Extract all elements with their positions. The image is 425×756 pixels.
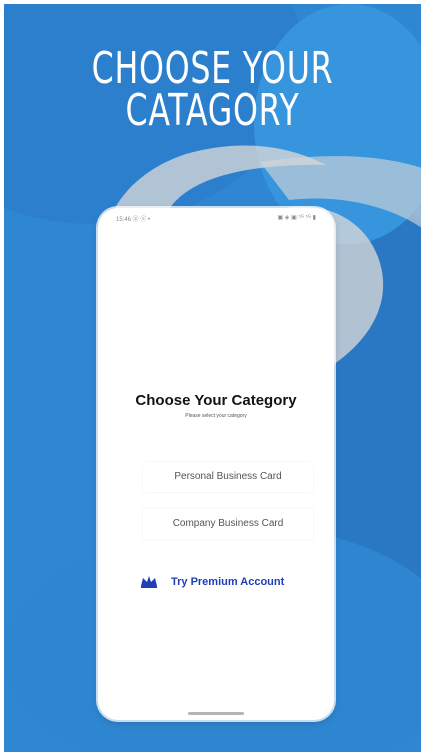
status-left-text: 15:46 ⓖ ⓔ • — [116, 217, 151, 223]
poster-title: CHOOSE YOUR CATAGORY — [62, 43, 362, 136]
screen-title: Choose Your Category — [135, 392, 297, 409]
status-right-text: ▣ ◈ ▣ ⁵ᴳ ⁵ᴳ ▮ — [277, 215, 316, 221]
poster-title-line-2: CATAGORY — [125, 85, 300, 136]
poster-background: CHOOSE YOUR CATAGORY 15:46 ⓖ ⓔ • ▣ ◈ ▣ ⁵… — [4, 4, 421, 752]
personal-business-card-button[interactable]: Personal Business Card — [143, 462, 313, 492]
try-premium-account-button[interactable]: Try Premium Account — [140, 574, 310, 592]
home-indicator — [188, 712, 244, 715]
crown-icon — [141, 576, 157, 588]
phone-mockup: 15:46 ⓖ ⓔ • ▣ ◈ ▣ ⁵ᴳ ⁵ᴳ ▮ Choose Your Ca… — [98, 208, 334, 720]
try-premium-account-label: Try Premium Account — [171, 576, 285, 588]
status-bar: 15:46 ⓖ ⓔ • ▣ ◈ ▣ ⁵ᴳ ⁵ᴳ ▮ — [98, 208, 334, 226]
poster-title-line-1: CHOOSE YOUR — [91, 43, 334, 94]
company-business-card-button[interactable]: Company Business Card — [143, 509, 313, 539]
screen-subtitle: Please select your category — [185, 413, 247, 419]
